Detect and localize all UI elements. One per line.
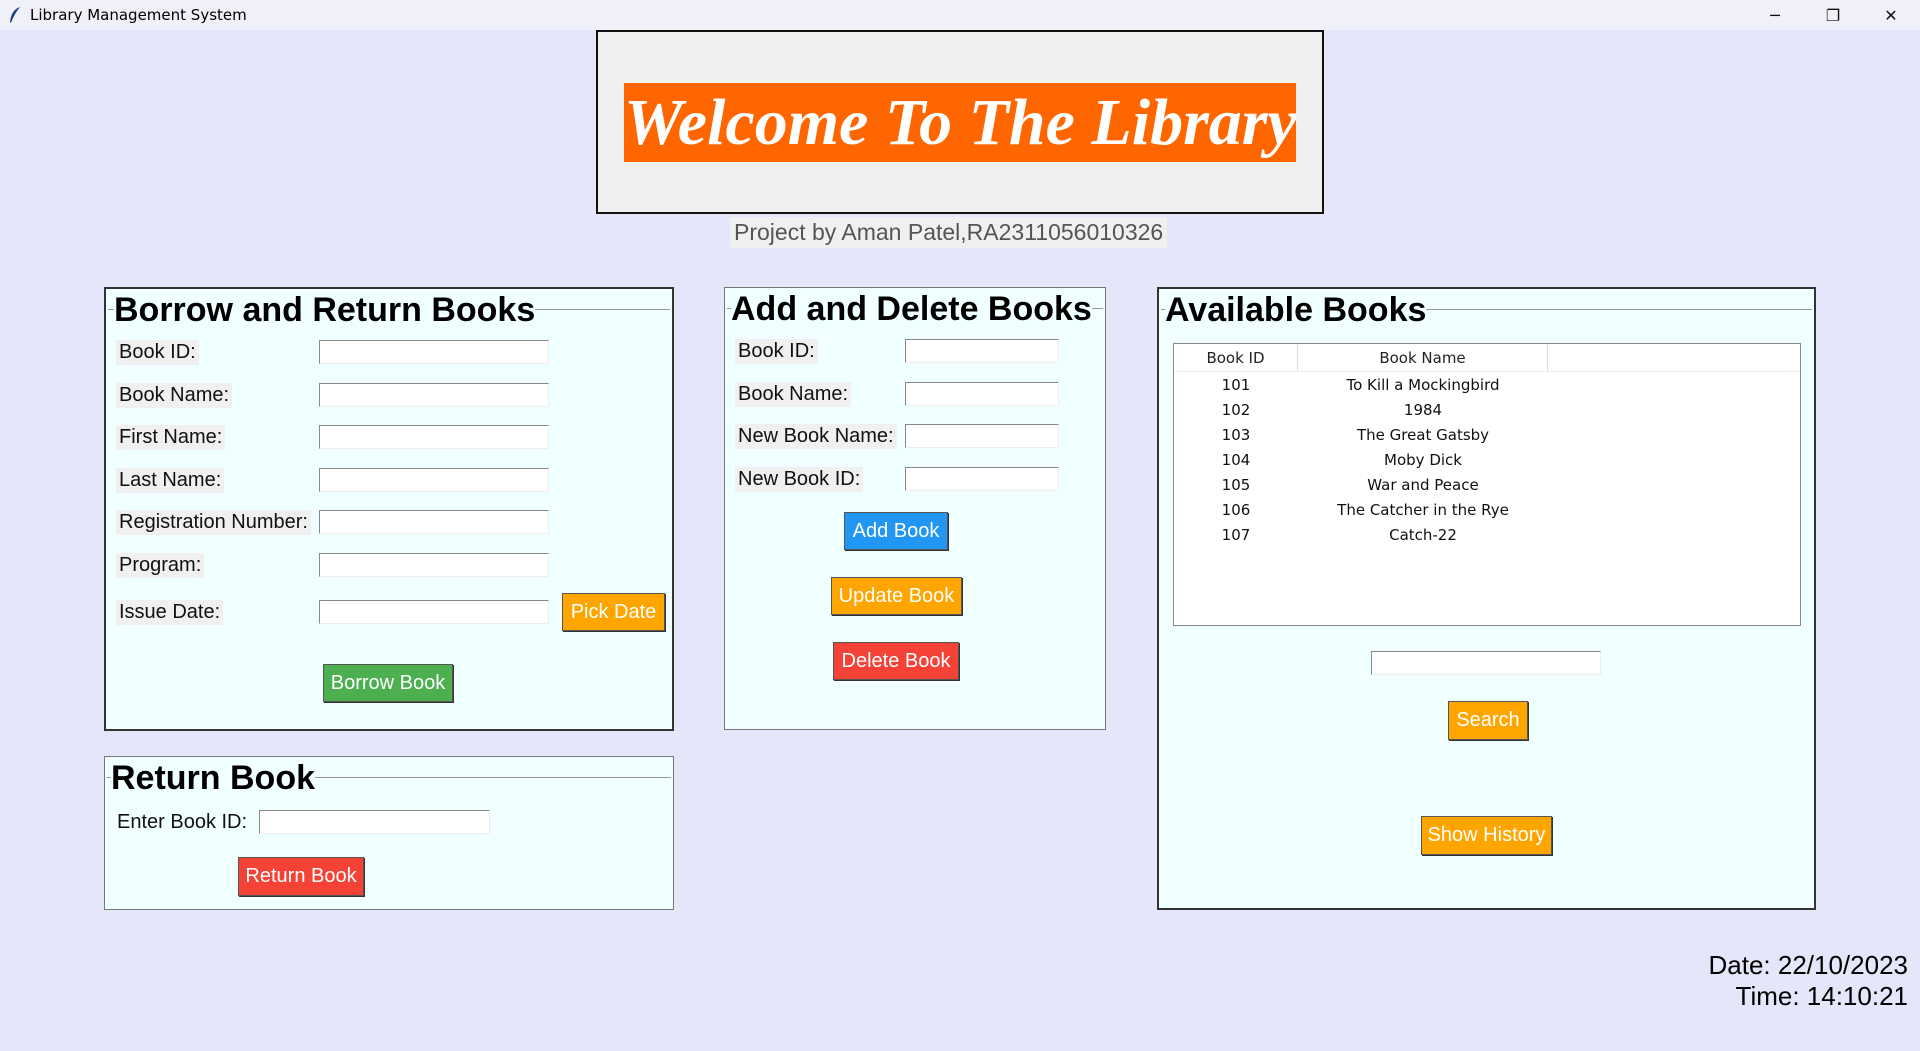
book-name-cell: Moby Dick (1384, 450, 1462, 469)
update-book-button[interactable]: Update Book (831, 577, 962, 615)
panel-title: Return Book (111, 759, 315, 798)
first-name-label: First Name: (116, 425, 226, 450)
book-id-cell: 104 (1221, 450, 1251, 469)
restore-icon[interactable]: ❐ (1804, 0, 1862, 30)
book-id-cell: 105 (1221, 475, 1251, 494)
last-name-label: Last Name: (116, 468, 225, 493)
return-book-button[interactable]: Return Book (238, 857, 364, 896)
project-credit: Project by Aman Patel,RA2311056010326 (730, 217, 1168, 248)
window-title: Library Management System (30, 6, 247, 24)
banner-frame: Welcome To The Library (596, 30, 1324, 214)
table-row[interactable]: 103 The Great Gatsby (1174, 422, 1800, 447)
new-book-name-label: New Book Name: (735, 424, 897, 449)
add-delete-panel: Add and Delete Books Book ID: Book Name:… (724, 287, 1106, 730)
borrow-book-button[interactable]: Borrow Book (323, 664, 453, 702)
book-name-cell: The Great Gatsby (1356, 425, 1490, 444)
book-id-label: Book ID: (116, 340, 199, 365)
column-header-empty (1548, 344, 1800, 371)
show-history-button[interactable]: Show History (1421, 816, 1552, 855)
minimize-icon[interactable]: ─ (1746, 0, 1804, 30)
datetime-display: Date: 22/10/2023 Time: 14:10:21 (1709, 950, 1909, 1012)
panel-title: Borrow and Return Books (114, 291, 536, 330)
panel-title: Available Books (1165, 291, 1427, 330)
new-book-id-input[interactable] (905, 467, 1059, 491)
book-name-cell: Catch-22 (1389, 525, 1457, 544)
book-name-cell: War and Peace (1367, 475, 1479, 494)
column-header-book-name[interactable]: Book Name (1298, 344, 1548, 371)
book-name-cell: 1984 (1403, 400, 1443, 419)
enter-book-id-label: Enter Book ID: (114, 810, 251, 835)
table-header: Book ID Book Name (1174, 344, 1800, 372)
close-icon[interactable]: ✕ (1862, 0, 1920, 30)
available-books-panel: Available Books Book ID Book Name 101 To… (1157, 287, 1816, 910)
first-name-input[interactable] (319, 425, 549, 449)
table-row[interactable]: 105 War and Peace (1174, 472, 1800, 497)
book-id-cell: 107 (1221, 525, 1251, 544)
table-row[interactable]: 102 1984 (1174, 397, 1800, 422)
program-label: Program: (116, 553, 205, 578)
book-id-label: Book ID: (735, 339, 818, 364)
table-row[interactable]: 106 The Catcher in the Rye (1174, 497, 1800, 522)
registration-number-input[interactable] (319, 510, 549, 534)
book-name-label: Book Name: (116, 383, 233, 408)
return-book-panel: Return Book Enter Book ID: Return Book (104, 756, 674, 910)
registration-number-label: Registration Number: (116, 510, 311, 535)
book-name-cell: To Kill a Mockingbird (1346, 375, 1500, 394)
new-book-id-label: New Book ID: (735, 467, 864, 492)
book-name-cell: The Catcher in the Rye (1337, 500, 1509, 519)
table-row[interactable]: 107 Catch-22 (1174, 522, 1800, 547)
borrow-book-name-input[interactable] (319, 383, 549, 407)
table-row[interactable]: 104 Moby Dick (1174, 447, 1800, 472)
search-button[interactable]: Search (1448, 701, 1528, 740)
book-id-cell: 101 (1221, 375, 1251, 394)
delete-book-button[interactable]: Delete Book (833, 642, 959, 680)
add-book-id-input[interactable] (905, 339, 1059, 363)
search-input[interactable] (1371, 651, 1601, 675)
table-row[interactable]: 101 To Kill a Mockingbird (1174, 372, 1800, 397)
date-label: Date: 22/10/2023 (1708, 950, 1909, 980)
welcome-banner: Welcome To The Library (624, 83, 1296, 162)
return-book-id-input[interactable] (259, 810, 490, 834)
issue-date-input[interactable] (319, 600, 549, 624)
book-id-cell: 103 (1221, 425, 1251, 444)
time-label: Time: 14:10:21 (1735, 981, 1908, 1011)
new-book-name-input[interactable] (905, 424, 1059, 448)
program-input[interactable] (319, 553, 549, 577)
borrow-return-panel: Borrow and Return Books Book ID: Book Na… (104, 287, 674, 731)
books-table[interactable]: Book ID Book Name 101 To Kill a Mockingb… (1173, 343, 1801, 626)
column-header-book-id[interactable]: Book ID (1174, 344, 1298, 371)
last-name-input[interactable] (319, 468, 549, 492)
panel-title: Add and Delete Books (731, 290, 1092, 329)
add-book-button[interactable]: Add Book (844, 512, 948, 550)
book-id-cell: 106 (1221, 500, 1251, 519)
issue-date-label: Issue Date: (116, 600, 224, 625)
borrow-book-id-input[interactable] (319, 340, 549, 364)
book-id-cell: 102 (1221, 400, 1251, 419)
feather-icon (10, 7, 20, 23)
window-controls: ─ ❐ ✕ (1746, 0, 1920, 30)
add-book-name-input[interactable] (905, 382, 1059, 406)
window-titlebar: Library Management System ─ ❐ ✕ (0, 0, 1920, 30)
pick-date-button[interactable]: Pick Date (562, 593, 665, 631)
book-name-label: Book Name: (735, 382, 852, 407)
